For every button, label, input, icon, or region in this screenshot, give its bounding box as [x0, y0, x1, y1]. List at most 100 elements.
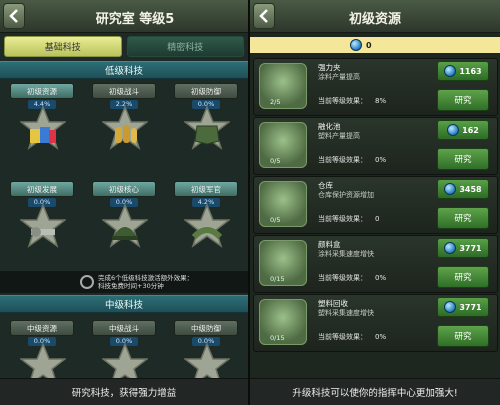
effect-value: 0 [375, 215, 380, 223]
search-icon [80, 275, 94, 289]
level-text: 0/5 [270, 157, 281, 165]
armor-icon [194, 125, 220, 145]
tech-label: 中级战斗 [92, 320, 156, 336]
gem-icon [447, 124, 460, 136]
item-desc: 涂料产量提高 [318, 73, 360, 81]
piggy-bank-icon: 0/5 [259, 181, 307, 227]
item-effect: 当前等级效果： 0% [318, 273, 386, 283]
effect-label: 当前等级效果： [318, 274, 367, 282]
list-item: 0/5 仓库 仓库保护资源增加 当前等级效果： 0 3458 研究 [253, 176, 498, 234]
low-tech-grid: 初级资源 4.4% 初级战斗 2.2% 初级防御 0.0% 初级发展 0.0% … [0, 79, 248, 285]
resource-balance-value: 0 [366, 40, 372, 50]
section-mid-tech: 中级科技 [0, 295, 248, 313]
tech-list: 2/5 强力夹 涂料产量提高 当前等级效果： 8% 1163 研究 0/5 融化池… [250, 56, 500, 352]
effect-label: 当前等级效果： [318, 215, 367, 223]
effect-value: 0% [375, 274, 387, 282]
tech-primary-combat[interactable]: 初级战斗 2.2% [88, 83, 160, 183]
instant-buy-button[interactable]: 162 [437, 120, 489, 140]
tech-primary-core[interactable]: 初级核心 0.0% [88, 181, 160, 281]
gem-icon [444, 242, 457, 254]
resource-panel: 初级资源 0 2/5 强力夹 涂料产量提高 当前等级效果： 8% 1163 研究 … [250, 0, 500, 405]
effect-value: 0% [375, 156, 387, 164]
research-button[interactable]: 研究 [437, 266, 489, 288]
effect-label: 当前等级效果： [318, 156, 367, 164]
tech-label: 中级防御 [174, 320, 238, 336]
item-desc: 塑料采集速度增快 [318, 309, 374, 317]
tech-label: 初级发展 [10, 181, 74, 197]
recycle-box-icon: 0/15 [259, 299, 307, 345]
effect-label: 当前等级效果： [318, 97, 367, 105]
cost-value: 1163 [459, 66, 482, 76]
resource-title: 初级资源 [348, 12, 401, 27]
ammo-belt-icon [191, 227, 223, 240]
tech-label: 初级资源 [10, 83, 74, 99]
level-text: 0/15 [270, 334, 285, 342]
tab-basic-tech[interactable]: 基础科技 [4, 36, 122, 57]
tech-primary-development[interactable]: 初级发展 0.0% [6, 181, 78, 281]
research-button[interactable]: 研究 [437, 148, 489, 170]
lab-title: 研究室 等级5 [95, 12, 175, 27]
lab-header: 研究室 等级5 [0, 0, 248, 33]
level-text: 0/15 [270, 275, 285, 283]
bullets-icon [115, 125, 137, 143]
list-item: 0/15 塑料回收 塑料采集速度增快 当前等级效果： 0% 3771 研究 [253, 294, 498, 352]
tech-primary-defense[interactable]: 初级防御 0.0% [170, 83, 242, 183]
lab-panel: 研究室 等级5 基础科技 精密科技 低级科技 初级资源 4.4% 初级战斗 2.… [0, 0, 248, 405]
item-desc: 仓库保护资源增加 [318, 191, 374, 199]
tab-precision-tech[interactable]: 精密科技 [126, 36, 244, 57]
clamp-icon: 2/5 [259, 63, 307, 109]
section-low-tech: 低级科技 [0, 61, 248, 79]
lab-footer: 研究科技，获得强力增益 [0, 378, 248, 405]
list-item: 0/15 颜料盒 涂料采集速度增快 当前等级效果： 0% 3771 研究 [253, 235, 498, 293]
instant-buy-button[interactable]: 3771 [437, 297, 489, 317]
gem-icon [444, 301, 457, 313]
tech-label: 初级核心 [92, 181, 156, 197]
item-effect: 当前等级效果： 0 [318, 214, 379, 224]
cost-value: 3458 [459, 184, 482, 194]
tech-label: 中级资源 [10, 320, 74, 336]
list-item: 0/5 融化池 塑料产量提高 当前等级效果： 0% 162 研究 [253, 117, 498, 175]
gem-icon [444, 65, 457, 77]
resource-header: 初级资源 [250, 0, 500, 33]
melting-pot-icon: 0/5 [259, 122, 307, 168]
item-desc: 涂料采集速度增快 [318, 250, 374, 258]
gem-icon [350, 39, 362, 51]
list-item: 2/5 强力夹 涂料产量提高 当前等级效果： 8% 1163 研究 [253, 58, 498, 116]
tech-label: 初级战斗 [92, 83, 156, 99]
instant-buy-button[interactable]: 3771 [437, 238, 489, 258]
tech-primary-resource[interactable]: 初级资源 4.4% [6, 83, 78, 183]
notice-text: 完成6个低级科技激活额外效果： 科技免费时间+30分钟 [98, 274, 193, 290]
mid-tech-grid: 中级资源 0.0% 中级战斗 0.0% 中级防御 0.0% [0, 318, 248, 387]
tech-tabs: 基础科技 精密科技 [0, 33, 248, 61]
back-icon [9, 9, 18, 23]
cost-value: 3771 [459, 243, 482, 253]
cost-value: 162 [462, 125, 479, 135]
cost-value: 3771 [459, 302, 482, 312]
batteries-icon [30, 127, 56, 143]
paint-box-icon: 0/15 [259, 240, 307, 286]
instant-buy-button[interactable]: 1163 [437, 61, 489, 81]
back-button[interactable] [3, 3, 25, 29]
notice-line: 完成6个低级科技激活额外效果： [98, 274, 194, 282]
resource-footer: 升级科技可以使你的指挥中心更加强大! [250, 378, 500, 405]
tech-primary-officer[interactable]: 初级军官 4.2% [170, 181, 242, 281]
research-button[interactable]: 研究 [437, 89, 489, 111]
item-effect: 当前等级效果： 0% [318, 332, 386, 342]
bonus-notice: 完成6个低级科技激活额外效果： 科技免费时间+30分钟 [0, 271, 248, 293]
effect-value: 0% [375, 333, 387, 341]
tech-label: 初级防御 [174, 83, 238, 99]
effect-value: 8% [375, 97, 387, 105]
item-desc: 塑料产量提高 [318, 132, 360, 140]
tools-icon [31, 227, 55, 237]
helmet-icon [112, 227, 138, 240]
research-button[interactable]: 研究 [437, 325, 489, 347]
tech-label: 初级军官 [174, 181, 238, 197]
level-text: 0/5 [270, 216, 281, 224]
research-button[interactable]: 研究 [437, 207, 489, 229]
item-effect: 当前等级效果： 0% [318, 155, 386, 165]
level-text: 2/5 [270, 98, 281, 106]
instant-buy-button[interactable]: 3458 [437, 179, 489, 199]
notice-line: 科技免费时间+30分钟 [98, 282, 164, 290]
item-effect: 当前等级效果： 8% [318, 96, 386, 106]
effect-label: 当前等级效果： [318, 333, 367, 341]
